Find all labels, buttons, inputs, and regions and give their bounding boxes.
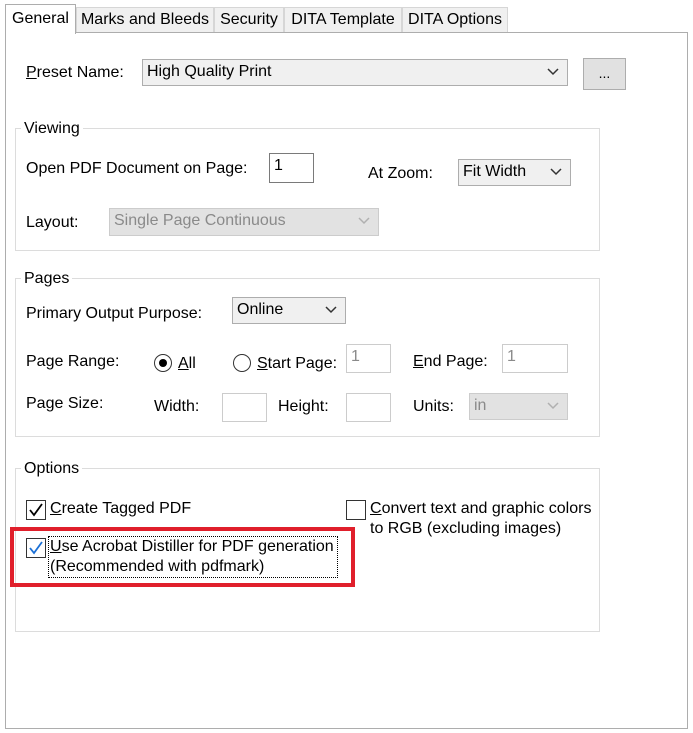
zoom-select[interactable]: Fit Width [458, 159, 571, 186]
layout-label: Layout: [26, 214, 79, 231]
preset-name-value: High Quality Print [147, 63, 272, 80]
highlight-annotation-box [10, 527, 355, 587]
chevron-down-icon [325, 306, 337, 314]
checkmark-icon [29, 503, 43, 517]
chevron-down-icon [547, 68, 559, 76]
tab-general[interactable]: General [5, 4, 76, 34]
page-range-label: Page Range: [26, 353, 120, 370]
options-group-title: Options [21, 459, 83, 479]
page-range-all-radio[interactable] [154, 354, 172, 372]
chevron-down-icon [550, 168, 562, 176]
page-size-label: Page Size: [26, 395, 104, 412]
layout-select[interactable]: Single Page Continuous [109, 208, 379, 236]
width-input[interactable] [222, 393, 267, 422]
zoom-value: Fit Width [463, 163, 527, 180]
units-label: Units: [413, 398, 454, 415]
pages-group-title: Pages [21, 269, 73, 289]
open-page-input[interactable]: 1 [269, 153, 314, 183]
height-input[interactable] [346, 393, 391, 422]
width-label: Width: [154, 398, 200, 415]
tab-strip: General Marks and Bleeds Security DITA T… [0, 0, 693, 34]
units-select[interactable]: in [469, 393, 568, 420]
end-page-label: End Page: [413, 353, 488, 370]
create-tagged-pdf-checkbox[interactable] [26, 500, 46, 520]
preset-name-label: Preset Name: [26, 64, 124, 81]
start-page-label[interactable]: Start Page: [257, 354, 337, 374]
tab-dita-options[interactable]: DITA Options [402, 7, 508, 32]
chevron-down-icon [358, 217, 370, 225]
preset-name-select[interactable]: High Quality Print [142, 59, 568, 86]
chevron-down-icon [547, 402, 559, 410]
output-purpose-label: Primary Output Purpose: [26, 305, 203, 322]
output-purpose-value: Online [237, 301, 284, 318]
tab-security[interactable]: Security [214, 7, 284, 32]
page-range-start-radio[interactable] [233, 354, 251, 372]
height-label: Height: [278, 398, 329, 415]
layout-value: Single Page Continuous [114, 212, 286, 229]
convert-rgb-checkbox[interactable] [346, 500, 366, 520]
preset-more-button[interactable]: ... [583, 58, 626, 90]
start-page-input[interactable]: 1 [346, 344, 391, 373]
page-range-all-label[interactable]: All [178, 354, 196, 374]
end-page-input[interactable]: 1 [502, 344, 568, 373]
convert-rgb-label-line1[interactable]: Convert text and graphic colors [370, 499, 591, 519]
open-page-label: Open PDF Document on Page: [26, 160, 248, 177]
create-tagged-pdf-label[interactable]: Create Tagged PDF [50, 499, 191, 519]
viewing-group-title: Viewing [21, 119, 83, 139]
tab-dita-template[interactable]: DITA Template [284, 7, 402, 32]
output-purpose-select[interactable]: Online [232, 297, 346, 324]
units-value: in [474, 397, 487, 414]
tab-marks-and-bleeds[interactable]: Marks and Bleeds [76, 7, 214, 32]
convert-rgb-label-line2[interactable]: to RGB (excluding images) [370, 519, 561, 539]
zoom-label: At Zoom: [368, 165, 433, 182]
